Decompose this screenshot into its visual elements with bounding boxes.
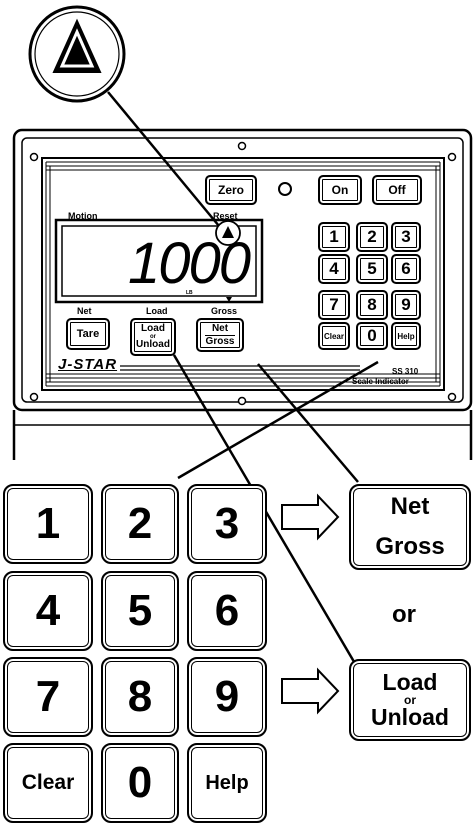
indicator-key-9[interactable]: 9 <box>391 290 421 320</box>
zero-lamp <box>278 182 292 196</box>
net-text: Net <box>211 322 229 334</box>
load-callout-text: Load <box>382 669 438 695</box>
brand-logo: J-STAR <box>58 356 118 373</box>
weight-readout: 1000 <box>128 231 251 296</box>
key-5[interactable]: 5 <box>101 571 179 651</box>
gross-callout-text: Gross <box>375 533 445 560</box>
load-text: Load <box>141 323 165 334</box>
indicator-key-2[interactable]: 2 <box>356 222 388 252</box>
key-8[interactable]: 8 <box>101 657 179 737</box>
indicator-key-help[interactable]: Help <box>391 322 421 350</box>
key-clear[interactable]: Clear <box>3 743 93 823</box>
key-7[interactable]: 7 <box>3 657 93 737</box>
key-9[interactable]: 9 <box>187 657 267 737</box>
key-6[interactable]: 6 <box>187 571 267 651</box>
key-help[interactable]: Help <box>187 743 267 823</box>
key-2[interactable]: 2 <box>101 484 179 564</box>
motion-label: Motion <box>68 211 98 221</box>
unload-callout-text: Unload <box>371 704 449 730</box>
key-0[interactable]: 0 <box>101 743 179 823</box>
unit-label: LB <box>186 290 193 296</box>
indicator-key-0[interactable]: 0 <box>356 322 388 350</box>
indicator-key-8[interactable]: 8 <box>356 290 388 320</box>
zero-button[interactable]: Zero <box>205 175 257 205</box>
load-unload-callout[interactable]: Load or Unload <box>349 659 471 741</box>
net-mode-label: Net <box>77 306 92 316</box>
load-mode-label: Load <box>146 306 168 316</box>
indicator-key-7[interactable]: 7 <box>318 290 350 320</box>
indicator-key-clear[interactable]: Clear <box>318 322 350 350</box>
model-label: SS 310 <box>392 367 419 376</box>
gross-text: Gross <box>205 335 235 347</box>
load-unload-button[interactable]: Load or Unload <box>130 318 176 356</box>
gross-mode-label: Gross <box>211 306 238 316</box>
net-callout-text: Net <box>390 493 430 520</box>
indicator-key-1[interactable]: 1 <box>318 222 350 252</box>
key-4[interactable]: 4 <box>3 571 93 651</box>
key-1[interactable]: 1 <box>3 484 93 564</box>
subtitle-label: Scale Indicator <box>352 377 409 386</box>
off-button[interactable]: Off <box>372 175 422 205</box>
reset-label: Reset <box>213 211 238 221</box>
net-gross-callout[interactable]: Net Gross <box>349 484 471 570</box>
on-button[interactable]: On <box>318 175 362 205</box>
unload-text: Unload <box>136 339 170 350</box>
indicator-key-4[interactable]: 4 <box>318 254 350 284</box>
indicator-key-5[interactable]: 5 <box>356 254 388 284</box>
or-callout: or <box>392 601 416 628</box>
tare-button[interactable]: Tare <box>66 318 110 350</box>
indicator-key-6[interactable]: 6 <box>391 254 421 284</box>
key-3[interactable]: 3 <box>187 484 267 564</box>
indicator-key-3[interactable]: 3 <box>391 222 421 252</box>
net-gross-button[interactable]: Net Gross <box>196 318 244 352</box>
